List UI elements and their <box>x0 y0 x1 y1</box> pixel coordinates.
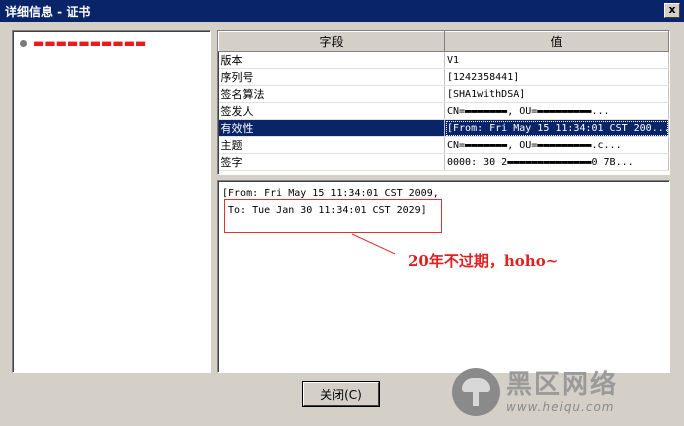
value-cell: 0000: 30 2▬▬▬▬▬▬▬▬▬▬▬▬▬▬0 7B... <box>444 153 669 171</box>
tree-item-label: ▬▬▬▬▬▬▬▬▬▬ <box>33 36 147 50</box>
value-cell: [1242358441] <box>444 68 669 86</box>
field-cell: 签名算法 <box>218 85 445 103</box>
tree-item[interactable]: ▬▬▬▬▬▬▬▬▬▬ <box>17 35 206 51</box>
value-cell: [SHA1withDSA] <box>444 85 669 103</box>
field-cell: 签字 <box>218 153 445 171</box>
value-cell: [From: Fri May 15 11:34:01 CST 200... <box>444 119 669 137</box>
certificate-tree[interactable]: ▬▬▬▬▬▬▬▬▬▬ <box>12 30 211 373</box>
table-row[interactable]: 签发人 CN=▬▬▬▬▬▬▬, OU=▬▬▬▬▬▬▬▬▬... <box>218 102 669 120</box>
table-row[interactable]: 主题 CN=▬▬▬▬▬▬▬, OU=▬▬▬▬▬▬▬▬▬.c... <box>218 136 669 154</box>
column-header-field[interactable]: 字段 <box>218 31 445 52</box>
value-cell: CN=▬▬▬▬▬▬▬, OU=▬▬▬▬▬▬▬▬▬... <box>444 102 669 120</box>
field-cell: 签发人 <box>218 102 445 120</box>
table-row[interactable]: 序列号 [1242358441] <box>218 68 669 86</box>
field-cell: 版本 <box>218 51 445 69</box>
table-row-selected[interactable]: 有效性 [From: Fri May 15 11:34:01 CST 200..… <box>218 119 669 137</box>
field-cell: 有效性 <box>218 119 445 137</box>
watermark-url: www.heiqu.com <box>506 400 615 414</box>
table-row[interactable]: 版本 V1 <box>218 51 669 69</box>
table-row[interactable]: 签名算法 [SHA1withDSA] <box>218 85 669 103</box>
annotation-text: 20年不过期，hoho~ <box>408 252 559 270</box>
fields-table[interactable]: 字段 值 版本 V1 序列号 [1242358441] 签名算法 [SHA1wi… <box>217 30 670 175</box>
column-header-value[interactable]: 值 <box>444 31 669 52</box>
window-title: 详细信息 - 证书 <box>5 4 91 19</box>
value-cell: CN=▬▬▬▬▬▬▬, OU=▬▬▬▬▬▬▬▬▬.c... <box>444 136 669 154</box>
watermark-name: 黑区网络 <box>506 370 619 400</box>
table-row[interactable]: 签字 0000: 30 2▬▬▬▬▬▬▬▬▬▬▬▬▬▬0 7B... <box>218 153 669 171</box>
title-bar: 详细信息 - 证书 x <box>0 0 684 22</box>
watermark: 黑区网络 www.heiqu.com <box>452 360 682 424</box>
bullet-icon <box>20 39 27 47</box>
close-icon[interactable]: x <box>664 3 680 18</box>
value-cell: V1 <box>444 51 669 69</box>
field-cell: 序列号 <box>218 68 445 86</box>
table-header-row: 字段 值 <box>218 31 669 52</box>
annotation-box <box>224 199 442 233</box>
mushroom-logo-icon <box>452 368 500 416</box>
close-button[interactable]: 关闭(C) <box>303 382 379 406</box>
field-cell: 主题 <box>218 136 445 154</box>
